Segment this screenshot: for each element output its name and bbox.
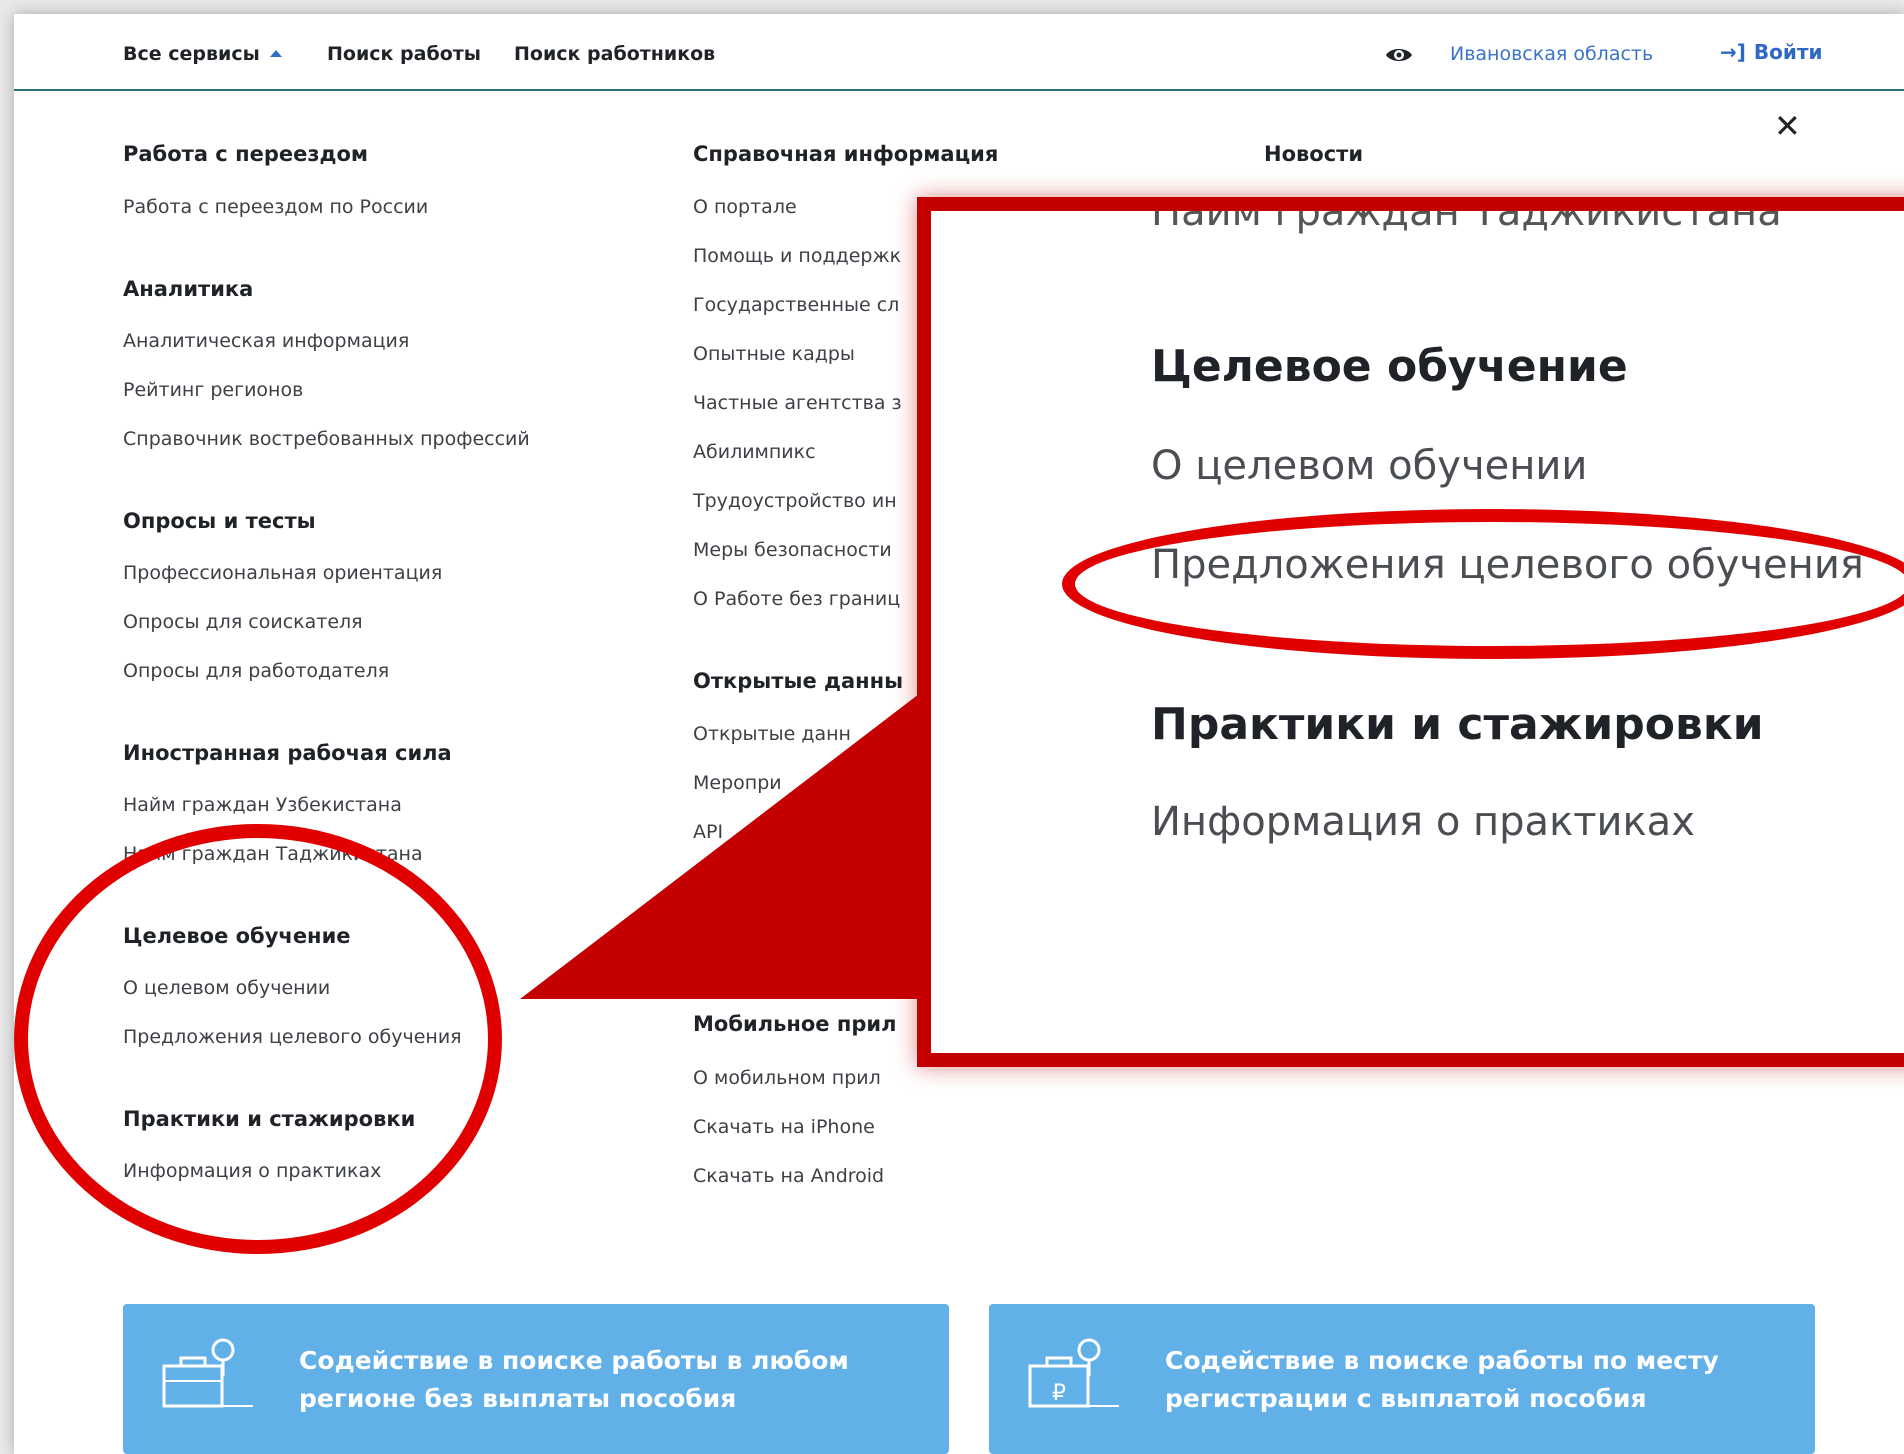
- zoom-title-targeted-training: Целевое обучение: [1151, 341, 1628, 392]
- card-job-search-any-region[interactable]: Содействие в поиске работы в любом регио…: [123, 1304, 949, 1454]
- highlight-ellipse-menu: [14, 824, 502, 1254]
- page: Все сервисы Поиск работы Поиск работнико…: [14, 14, 1904, 1454]
- zoom-link-internship-info: Информация о практиках: [1151, 799, 1695, 845]
- card-job-search-with-benefit[interactable]: ₽ Содействие в поиске работы по месту ре…: [989, 1304, 1815, 1454]
- svg-text:₽: ₽: [1052, 1381, 1066, 1406]
- highlight-ellipse-zoom: [1062, 509, 1904, 659]
- briefcase-ruble-search-icon: ₽: [1028, 1338, 1119, 1408]
- card-text-any-region: Содействие в поиске работы в любом регио…: [299, 1346, 849, 1413]
- zoom-cut-text: Найм граждан Таджикистана: [1151, 197, 1782, 235]
- card-text-with-benefit: Содействие в поиске работы по месту реги…: [1165, 1346, 1719, 1413]
- zoom-link-about-targeted-training: О целевом обучении: [1151, 443, 1588, 489]
- briefcase-search-icon: [162, 1338, 253, 1408]
- zoom-title-internships: Практики и стажировки: [1151, 699, 1764, 750]
